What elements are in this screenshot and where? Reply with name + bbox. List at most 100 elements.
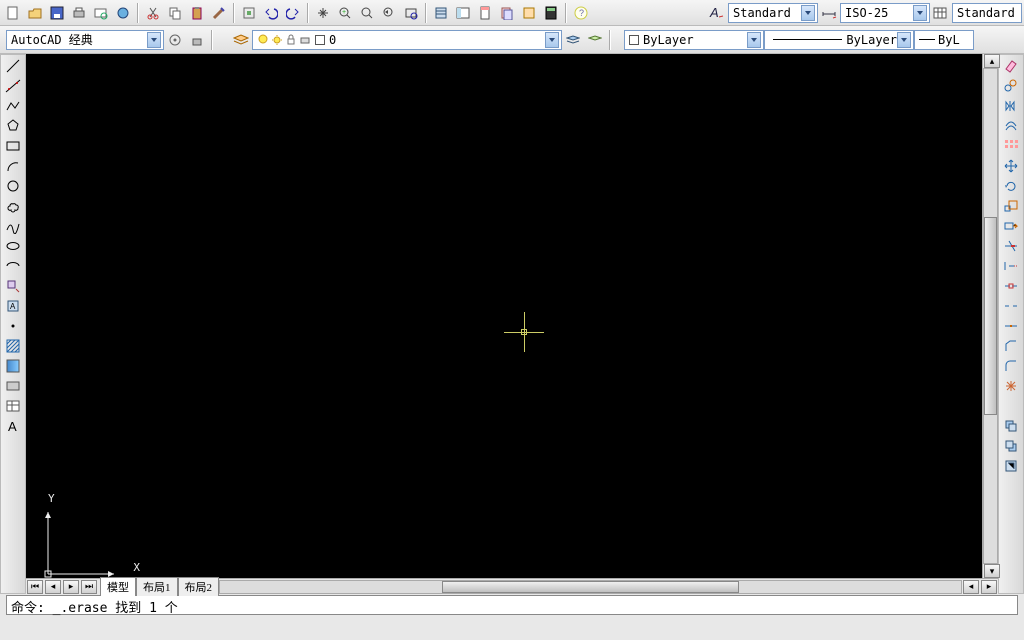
offset-tool[interactable]: [1001, 117, 1021, 135]
tab-prev-button[interactable]: ◂: [45, 580, 61, 594]
linetype-value: ByLayer: [846, 33, 897, 47]
erase-tool[interactable]: [1001, 57, 1021, 75]
redo-icon[interactable]: [283, 3, 303, 23]
new-icon[interactable]: [3, 3, 23, 23]
dim-style-icon[interactable]: [819, 3, 839, 23]
ellipse-arc-tool[interactable]: [3, 257, 23, 275]
scroll-right-button[interactable]: ▸: [981, 580, 997, 594]
extend-tool[interactable]: [1001, 257, 1021, 275]
linetype-dropdown[interactable]: ByLayer: [764, 30, 914, 50]
vertical-scrollbar[interactable]: ▴ ▾: [982, 54, 998, 578]
workspace-settings-icon[interactable]: [165, 30, 185, 50]
chamfer-tool[interactable]: [1001, 337, 1021, 355]
tab-layout1[interactable]: 布局1: [136, 577, 178, 596]
scroll-thumb[interactable]: [984, 217, 997, 415]
arc-tool[interactable]: [3, 157, 23, 175]
table-style-dropdown[interactable]: Standard: [952, 3, 1022, 23]
scroll-down-button[interactable]: ▾: [984, 564, 1000, 578]
tab-next-button[interactable]: ▸: [63, 580, 79, 594]
move-tool[interactable]: [1001, 157, 1021, 175]
design-center-icon[interactable]: [453, 3, 473, 23]
break-tool[interactable]: [1001, 297, 1021, 315]
help-icon[interactable]: ?: [571, 3, 591, 23]
make-block-tool[interactable]: A: [3, 297, 23, 315]
publish-icon[interactable]: [113, 3, 133, 23]
scroll-thumb[interactable]: [442, 581, 738, 593]
table-style-icon[interactable]: [931, 3, 951, 23]
revision-cloud-tool[interactable]: [3, 197, 23, 215]
scroll-track[interactable]: [983, 68, 998, 564]
paste-icon[interactable]: [187, 3, 207, 23]
tab-last-button[interactable]: ⏭: [81, 580, 97, 594]
match-properties-icon[interactable]: [209, 3, 229, 23]
dim-style-dropdown[interactable]: ISO-25: [840, 3, 930, 23]
layer-states-icon[interactable]: [563, 30, 583, 50]
lineweight-dropdown[interactable]: ByL: [914, 30, 974, 50]
draw-order-back-tool[interactable]: [1001, 437, 1021, 455]
properties-icon[interactable]: [431, 3, 451, 23]
table-tool[interactable]: [3, 397, 23, 415]
join-tool[interactable]: [1001, 317, 1021, 335]
hatch-tool[interactable]: [3, 337, 23, 355]
cut-icon[interactable]: [143, 3, 163, 23]
copy-icon[interactable]: [165, 3, 185, 23]
tab-layout2[interactable]: 布局2: [178, 577, 220, 596]
tool-palettes-icon[interactable]: [475, 3, 495, 23]
region-tool[interactable]: [3, 377, 23, 395]
chevron-down-icon: [897, 32, 911, 48]
print-icon[interactable]: [69, 3, 89, 23]
polygon-tool[interactable]: [3, 117, 23, 135]
construction-line-tool[interactable]: [3, 77, 23, 95]
drawing-canvas[interactable]: Y X ▴ ▾ ⏮ ◂ ▸ ⏭ 模型 布局1 布局2 ◂ ▸: [26, 54, 998, 594]
spline-tool[interactable]: [3, 217, 23, 235]
polyline-tool[interactable]: [3, 97, 23, 115]
workspace-dropdown[interactable]: AutoCAD 经典: [6, 30, 164, 50]
scale-tool[interactable]: [1001, 197, 1021, 215]
layer-previous-icon[interactable]: [585, 30, 605, 50]
draw-order-hatch-tool[interactable]: [1001, 457, 1021, 475]
draw-order-tool[interactable]: [1001, 417, 1021, 435]
scroll-up-button[interactable]: ▴: [984, 54, 1000, 68]
break-at-point-tool[interactable]: [1001, 277, 1021, 295]
explode-tool[interactable]: [1001, 377, 1021, 395]
plot-preview-icon[interactable]: [91, 3, 111, 23]
tab-first-button[interactable]: ⏮: [27, 580, 43, 594]
point-tool[interactable]: [3, 317, 23, 335]
zoom-previous-icon[interactable]: [379, 3, 399, 23]
stretch-tool[interactable]: [1001, 217, 1021, 235]
markup-icon[interactable]: [519, 3, 539, 23]
command-line[interactable]: 命令: _.erase 找到 1 个: [6, 595, 1018, 615]
copy-tool[interactable]: [1001, 77, 1021, 95]
scroll-track[interactable]: [219, 580, 962, 594]
open-icon[interactable]: [25, 3, 45, 23]
circle-tool[interactable]: [3, 177, 23, 195]
pan-icon[interactable]: [313, 3, 333, 23]
quickcalc-icon[interactable]: [541, 3, 561, 23]
zoom-extents-icon[interactable]: [401, 3, 421, 23]
scroll-left-button[interactable]: ◂: [963, 580, 979, 594]
rectangle-tool[interactable]: [3, 137, 23, 155]
mirror-tool[interactable]: [1001, 97, 1021, 115]
rotate-tool[interactable]: [1001, 177, 1021, 195]
fillet-tool[interactable]: [1001, 357, 1021, 375]
undo-icon[interactable]: [261, 3, 281, 23]
mtext-tool[interactable]: A: [3, 417, 23, 435]
tab-model[interactable]: 模型: [100, 577, 136, 596]
zoom-realtime-icon[interactable]: +: [335, 3, 355, 23]
insert-block-tool[interactable]: [3, 277, 23, 295]
gradient-tool[interactable]: [3, 357, 23, 375]
ellipse-tool[interactable]: [3, 237, 23, 255]
array-tool[interactable]: [1001, 137, 1021, 155]
trim-tool[interactable]: [1001, 237, 1021, 255]
layer-manager-icon[interactable]: [231, 30, 251, 50]
layer-dropdown[interactable]: 0: [252, 30, 562, 50]
text-style-dropdown[interactable]: Standard: [728, 3, 818, 23]
color-dropdown[interactable]: ByLayer: [624, 30, 764, 50]
text-style-icon[interactable]: A: [707, 3, 727, 23]
line-tool[interactable]: [3, 57, 23, 75]
zoom-window-icon[interactable]: [357, 3, 377, 23]
save-icon[interactable]: [47, 3, 67, 23]
sheet-set-icon[interactable]: [497, 3, 517, 23]
block-editor-icon[interactable]: [239, 3, 259, 23]
workspace-lock-icon[interactable]: [187, 30, 207, 50]
